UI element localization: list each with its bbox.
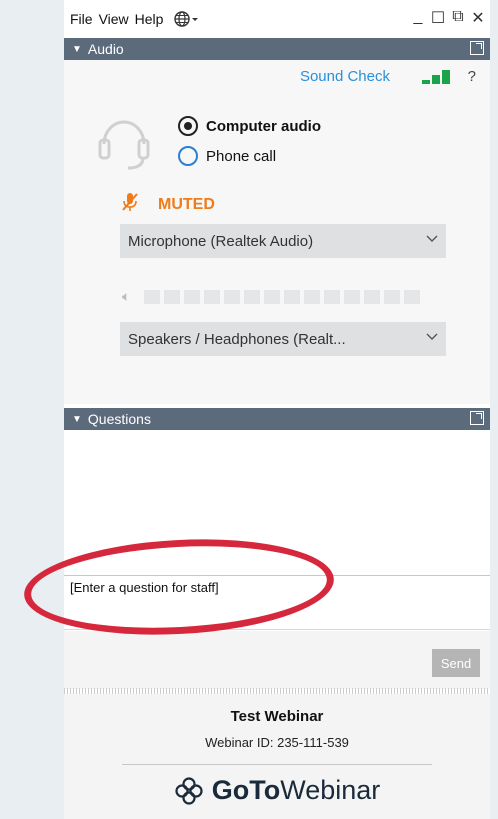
chevron-down-icon [426, 333, 438, 340]
muted-label: MUTED [158, 195, 215, 213]
speakers-select-value: Speakers / Headphones (Realt... [128, 330, 346, 348]
divider [122, 764, 432, 765]
audio-panel: Sound Check ? Computer audio Phone call [64, 60, 490, 404]
microphone-select-value: Microphone (Realtek Audio) [128, 232, 314, 250]
phone-call-option[interactable]: Phone call [178, 146, 276, 166]
speaker-level-meter: 🔈︎ [122, 288, 421, 305]
restore-icon[interactable]: ⧉ [450, 8, 466, 28]
gotowebinar-logo: GoTo Webinar [64, 775, 490, 806]
microphone-muted-icon[interactable] [122, 192, 138, 217]
menu-view[interactable]: View [99, 11, 129, 27]
menu-help[interactable]: Help [135, 11, 164, 27]
globe-icon[interactable] [173, 10, 199, 28]
computer-audio-radio[interactable] [178, 116, 198, 136]
phone-call-label: Phone call [206, 147, 277, 165]
headset-icon [98, 110, 150, 170]
minimize-icon[interactable]: _ [410, 8, 426, 28]
webinar-footer: Test Webinar Webinar ID: 235-111-539 GoT… [64, 694, 490, 819]
webinar-id: Webinar ID: 235-111-539 [205, 735, 349, 750]
sound-check-link[interactable]: Sound Check [300, 68, 390, 85]
questions-section-title: Questions [87, 411, 151, 427]
phone-call-radio[interactable] [178, 146, 198, 166]
mute-toggle[interactable]: MUTED [122, 192, 215, 217]
close-icon[interactable]: ✕ [470, 8, 486, 28]
gotowebinar-control-panel: File View Help _ ☐ ⧉ ✕ ▼ Audio Sound Che… [64, 0, 490, 819]
webinar-title: Test Webinar [230, 708, 324, 725]
help-button[interactable]: ? [468, 68, 476, 85]
menu-file[interactable]: File [70, 11, 93, 27]
speakers-select[interactable]: Speakers / Headphones (Realt... [120, 322, 446, 356]
window-controls: _ ☐ ⧉ ✕ [410, 8, 486, 28]
menu-bar: File View Help _ ☐ ⧉ ✕ [64, 0, 490, 38]
logo-text-bold: GoTo [211, 775, 281, 805]
maximize-icon[interactable]: ☐ [430, 8, 446, 28]
send-button[interactable]: Send [432, 649, 480, 677]
audio-section-header[interactable]: ▼ Audio [64, 38, 490, 60]
send-area: Send [64, 631, 490, 689]
computer-audio-option[interactable]: Computer audio [178, 116, 321, 136]
collapse-triangle-icon[interactable]: ▼ [72, 414, 82, 425]
logo-text-regular: Webinar [280, 775, 381, 805]
questions-section-header[interactable]: ▼ Questions [64, 408, 490, 430]
collapse-triangle-icon[interactable]: ▼ [72, 44, 82, 55]
popout-icon[interactable] [470, 41, 484, 55]
computer-audio-label: Computer audio [206, 117, 321, 135]
popout-icon[interactable] [470, 411, 484, 425]
audio-section-title: Audio [87, 41, 124, 57]
speaker-icon: 🔈︎ [122, 288, 131, 304]
microphone-select[interactable]: Microphone (Realtek Audio) [120, 224, 446, 258]
chevron-down-icon [426, 235, 438, 242]
signal-strength-icon [422, 70, 450, 84]
gotowebinar-logo-icon [175, 776, 203, 805]
